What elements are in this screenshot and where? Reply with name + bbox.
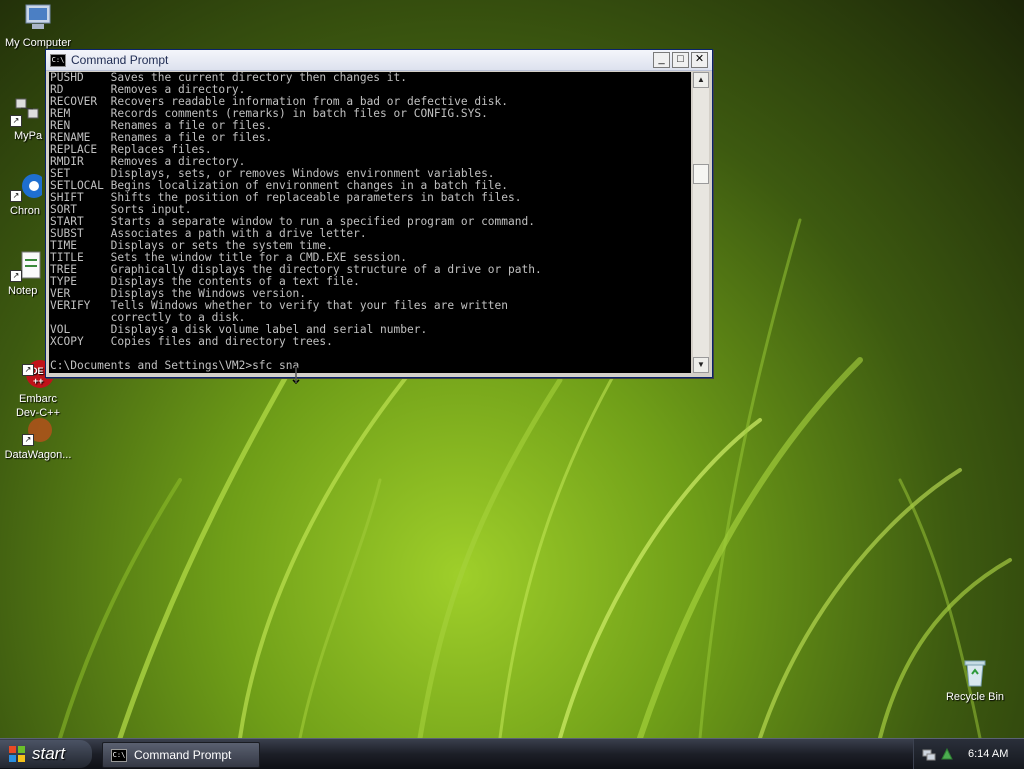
desktop-icon-label: DataWagon... (4, 449, 72, 461)
datawagon-icon: ↗ (22, 414, 54, 446)
vertical-scrollbar[interactable]: ▲ ▼ (693, 72, 709, 373)
chrome-icon: ↗ (10, 170, 46, 202)
start-button[interactable]: start (0, 740, 92, 768)
shortcut-arrow-icon: ↗ (10, 270, 22, 282)
shortcut-arrow-icon: ↗ (22, 364, 34, 376)
shortcut-arrow-icon: ↗ (10, 115, 22, 127)
console-output[interactable]: PUSHD Saves the current directory then c… (49, 72, 691, 373)
window-titlebar[interactable]: C:\ Command Prompt _ □ ✕ (46, 50, 712, 71)
security-tray-icon[interactable] (940, 747, 954, 761)
svg-text:++: ++ (33, 376, 44, 386)
desktop-icon-recycle-bin[interactable]: Recycle Bin (937, 656, 1013, 704)
clock[interactable]: 6:14 AM (968, 748, 1008, 760)
window-title: Command Prompt (71, 53, 169, 67)
taskbar: start C:\ Command Prompt 6:14 AM (0, 738, 1024, 769)
desktop: My Computer ↗ MyPa ↗ Chron ↗ Notep DE ++ … (0, 0, 1024, 738)
cmd-icon: C:\ (50, 53, 66, 67)
desktop-icon-label: Recycle Bin (945, 691, 1005, 703)
start-label: start (32, 744, 66, 763)
network-tray-icon[interactable] (922, 747, 936, 761)
recycle-bin-icon (959, 656, 991, 688)
resize-cursor-icon (292, 366, 300, 384)
taskbar-button-label: Command Prompt (134, 748, 232, 762)
notepad-icon: ↗ (10, 250, 42, 282)
scrollbar-thumb[interactable] (693, 164, 709, 184)
command-prompt-window[interactable]: C:\ Command Prompt _ □ ✕ PUSHD Saves the… (45, 49, 713, 378)
minimize-button[interactable]: _ (653, 52, 670, 68)
computer-icon (22, 2, 54, 34)
scroll-down-button[interactable]: ▼ (693, 357, 709, 373)
network-icon: ↗ (10, 95, 42, 127)
windows-logo-icon (9, 746, 25, 762)
desktop-icon-my-computer[interactable]: My Computer (0, 2, 76, 50)
scroll-up-button[interactable]: ▲ (693, 72, 709, 88)
desktop-icon-datawagon[interactable]: ↗ DataWagon... (0, 414, 76, 462)
shortcut-arrow-icon: ↗ (10, 190, 22, 202)
system-tray: 6:14 AM (913, 739, 1024, 769)
shortcut-arrow-icon: ↗ (22, 434, 34, 446)
cmd-icon: C:\ (111, 748, 127, 762)
command-prompt-line[interactable]: C:\Documents and Settings\VM2>sfc sna (49, 360, 691, 372)
console-line: XCOPY Copies files and directory trees. (50, 335, 333, 348)
taskbar-button-command-prompt[interactable]: C:\ Command Prompt (102, 742, 260, 768)
desktop-icon-label: My Computer (4, 37, 72, 49)
close-button[interactable]: ✕ (691, 52, 708, 68)
maximize-button[interactable]: □ (672, 52, 689, 68)
